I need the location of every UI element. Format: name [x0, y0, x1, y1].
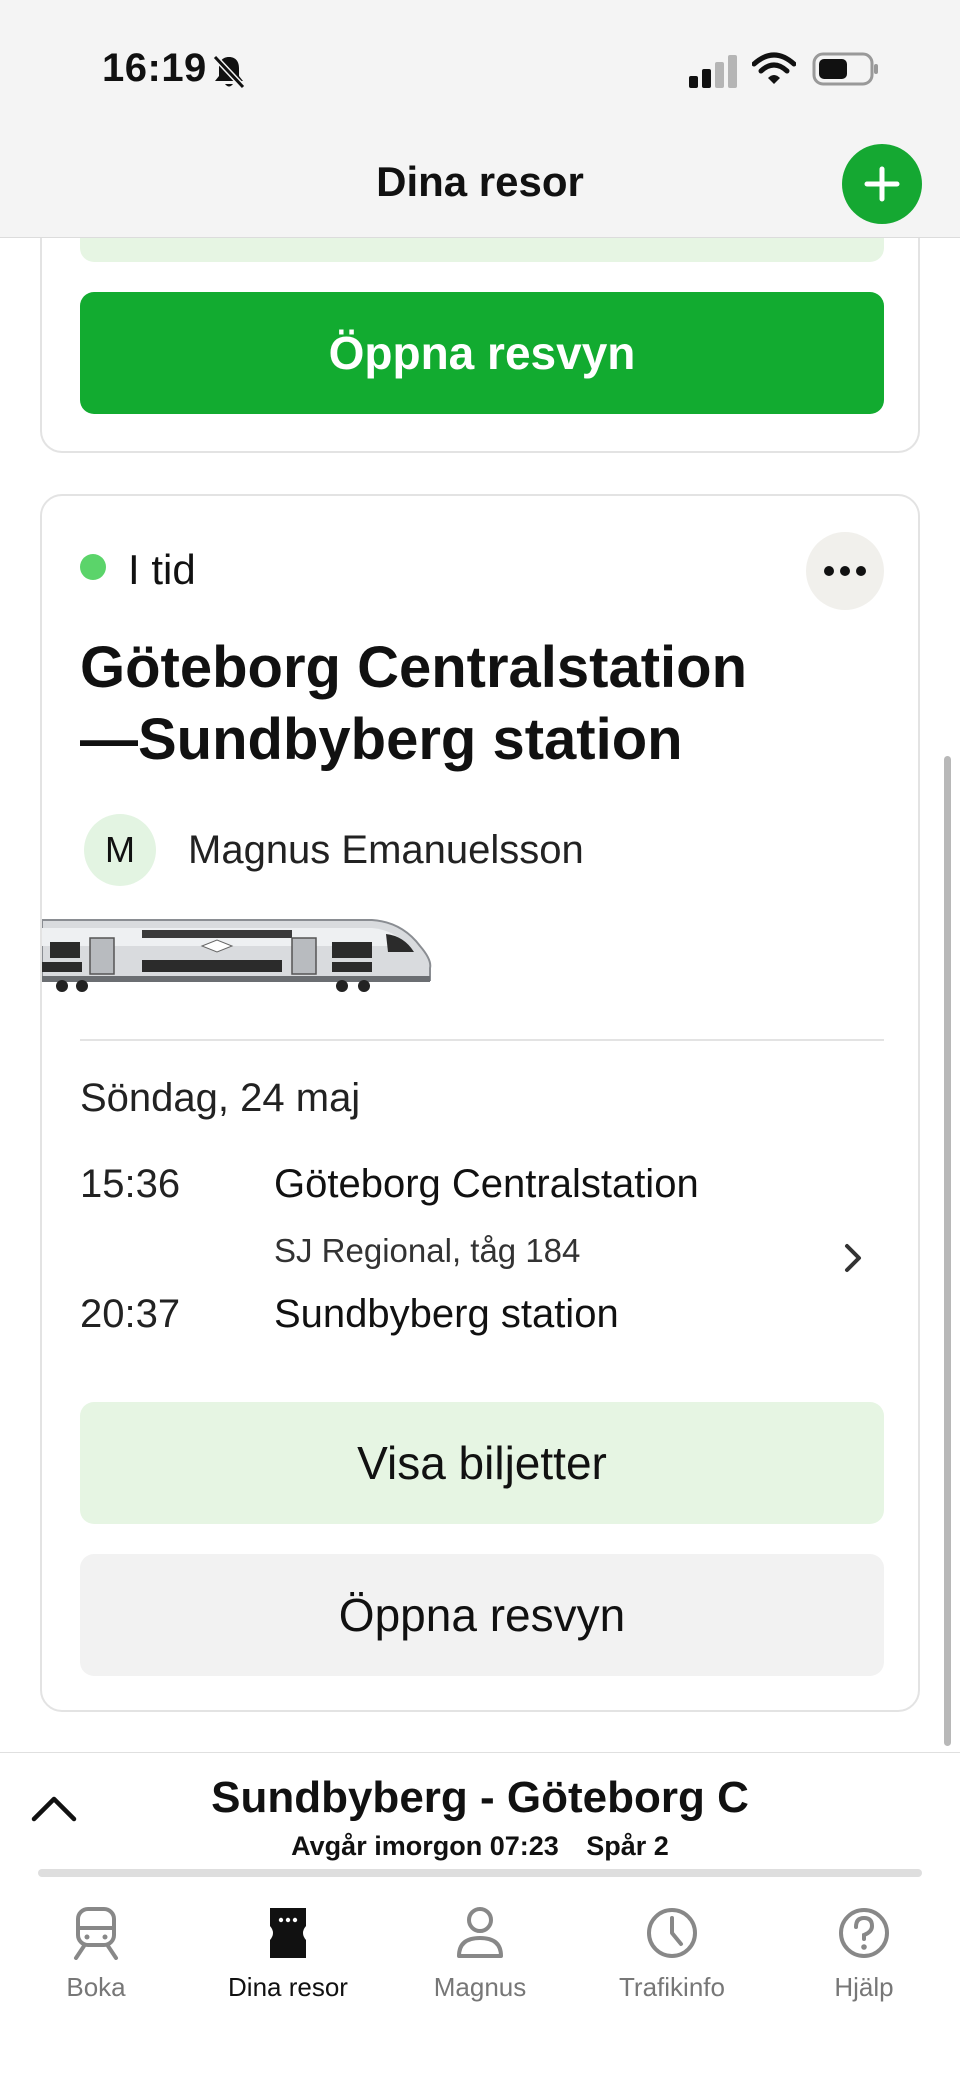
- scrollbar[interactable]: [944, 756, 951, 1746]
- tab-hjalp[interactable]: Hjälp: [768, 1896, 960, 2016]
- more-options-button[interactable]: [806, 532, 884, 610]
- bell-slash-icon: [212, 54, 246, 90]
- upcoming-trip-banner[interactable]: Sundbyberg - Göteborg C Avgår imorgon 07…: [0, 1752, 960, 1882]
- tab-magnus[interactable]: Magnus: [384, 1896, 576, 2016]
- upcoming-progress-bar: [38, 1869, 922, 1877]
- tab-label: Boka: [66, 1972, 126, 2002]
- tab-boka[interactable]: Boka: [0, 1896, 192, 2016]
- route-title-line1: Göteborg Centralstation: [80, 635, 748, 700]
- clock-icon: [647, 1908, 697, 1958]
- train-image: [42, 919, 432, 992]
- arrival-time: 20:37: [80, 1292, 181, 1336]
- ticket-icon: [270, 1908, 306, 1958]
- tab-bar: Boka Dina resor Magnus Trafikinfo Hjälp: [0, 1882, 960, 2081]
- chevron-right-icon[interactable]: [842, 1242, 866, 1274]
- more-icon: [824, 566, 866, 576]
- departure-time: 15:36: [80, 1162, 181, 1206]
- battery-icon: [812, 52, 878, 86]
- tab-label: Trafikinfo: [619, 1972, 725, 2002]
- passenger-name: Magnus Emanuelsson: [188, 828, 584, 872]
- avatar: M: [84, 814, 156, 886]
- open-trip-view-button[interactable]: Öppna resvyn: [80, 292, 884, 414]
- divider: [80, 1039, 884, 1041]
- page-title: Dina resor: [376, 158, 584, 205]
- arrival-station: Sundbyberg station: [274, 1292, 619, 1336]
- signal-icon: [689, 55, 737, 88]
- status-dot: [80, 554, 106, 580]
- trip-date: Söndag, 24 maj: [80, 1076, 361, 1120]
- wifi-icon: [752, 52, 796, 84]
- upcoming-route: Sundbyberg - Göteborg C: [211, 1773, 749, 1822]
- add-trip-button[interactable]: [842, 144, 922, 224]
- person-icon: [457, 1907, 503, 1958]
- tab-dina-resor[interactable]: Dina resor: [192, 1896, 384, 2016]
- status-label: I tid: [128, 546, 196, 593]
- route-title: Göteborg Centralstation —Sundbyberg stat…: [80, 632, 880, 776]
- open-trip-view-button[interactable]: Öppna resvyn: [80, 1554, 884, 1676]
- train-info: SJ Regional, tåg 184: [274, 1232, 581, 1269]
- train-icon: [74, 1907, 118, 1960]
- tab-label: Hjälp: [834, 1972, 894, 2002]
- tab-trafikinfo[interactable]: Trafikinfo: [576, 1896, 768, 2016]
- status-time: 16:19: [102, 46, 207, 90]
- departure-station: Göteborg Centralstation: [274, 1162, 699, 1206]
- plus-icon: [864, 166, 900, 202]
- upcoming-track: Spår 2: [586, 1831, 669, 1861]
- upcoming-departure: Avgår imorgon 07:23: [291, 1831, 559, 1861]
- help-icon: [839, 1908, 889, 1958]
- trip-card: I tid Göteborg Centralstation —Sundbyber…: [40, 494, 920, 1712]
- show-tickets-button[interactable]: Visa biljetter: [80, 1402, 884, 1524]
- route-title-line2: —Sundbyberg station: [80, 707, 683, 772]
- top-bar: 16:19 Dina resor: [0, 0, 960, 238]
- tab-label: Magnus: [433, 1972, 527, 2002]
- tab-label: Dina resor: [228, 1972, 348, 2002]
- upcoming-details: Avgår imorgon 07:23 Spår 2: [0, 1831, 960, 1862]
